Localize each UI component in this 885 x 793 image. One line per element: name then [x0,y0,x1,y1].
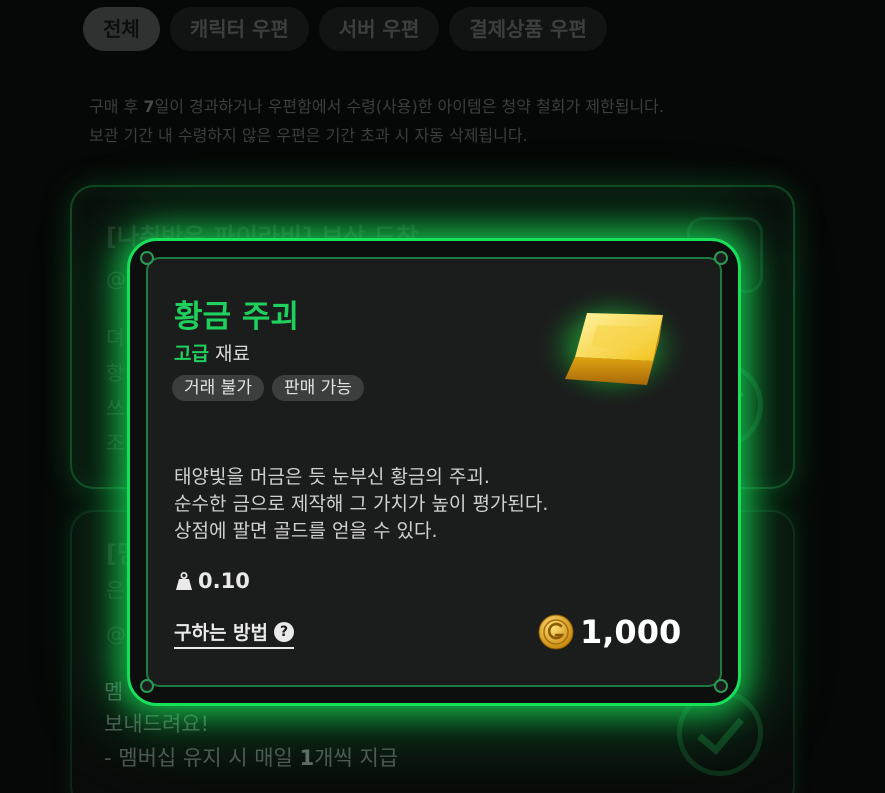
gold-bar-icon [537,287,689,407]
item-name: 황금 주괴 [174,299,299,335]
description-line: 순수한 금으로 제작해 그 가치가 높이 평가된다. [174,493,549,515]
description-line: 태양빛을 머금은 듯 눈부신 황금의 주괴. [174,466,490,488]
tag-untradable: 거래 불가 [172,375,264,401]
item-type: 재료 [214,343,250,365]
how-to-get-link[interactable]: 구하는 방법 ? [174,618,295,649]
sell-price: 1,000 [538,613,681,651]
price-value: 1,000 [580,613,682,651]
frame-ornament [140,251,154,265]
item-weight: 0.10 [176,569,250,593]
frame-ornament [140,679,154,693]
frame-ornament [714,679,728,693]
item-description: 태양빛을 머금은 듯 눈부신 황금의 주괴. 순수한 금으로 제작해 그 가치가… [174,464,674,545]
question-mark-icon[interactable]: ? [274,621,295,642]
screen: 전체 캐릭터 우편 서버 우편 결제상품 우편 구매 후 7일이 경과하거나 우… [0,0,885,793]
tag-sellable: 판매 가능 [271,375,364,401]
weight-value: 0.10 [198,569,250,593]
frame-ornament [714,251,728,265]
grade-label: 고급 [174,343,209,365]
weight-icon [176,572,192,590]
how-to-get-label: 구하는 방법 [174,622,269,644]
description-line: 상점에 팔면 골드를 얻을 수 있다. [174,520,438,542]
item-grade: 고급 재료 [174,339,250,366]
item-detail-popup: 황금 주괴 고급 재료 거래 불가 판매 가능 태양빛을 머금은 듯 눈부신 황… [127,238,741,706]
item-tags: 거래 불가 판매 가능 [172,375,364,401]
gold-coin-icon [538,614,574,650]
